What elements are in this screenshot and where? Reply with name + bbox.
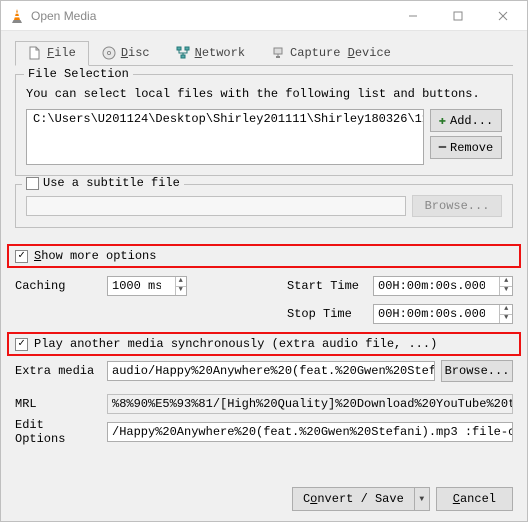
start-time-label: Start Time — [287, 279, 367, 293]
file-list[interactable]: C:\Users\U201124\Desktop\Shirley201111\S… — [26, 109, 424, 165]
cancel-button[interactable]: Cancel — [436, 487, 513, 511]
convert-save-button[interactable]: Convert / Save ▼ — [292, 487, 430, 511]
tab-capture[interactable]: Capture Device — [258, 41, 404, 66]
close-button[interactable] — [480, 2, 525, 30]
extra-media-label: Extra media — [15, 364, 101, 378]
tab-network-label: etwork — [202, 46, 245, 60]
subtitle-path-input — [26, 196, 406, 216]
capture-icon — [271, 46, 285, 60]
play-another-label: Play another media synchronously (extra … — [34, 337, 437, 351]
tab-file[interactable]: File — [15, 41, 89, 66]
mrl-input: %8%90%E5%93%81/[High%20Quality]%20Downlo… — [107, 394, 513, 414]
file-icon — [28, 46, 42, 60]
stop-time-down[interactable]: ▼ — [500, 314, 512, 324]
titlebar: Open Media — [1, 1, 527, 31]
remove-button-label: Remove — [450, 141, 493, 155]
start-time-up[interactable]: ▲ — [500, 277, 512, 286]
subtitle-group: Use a subtitle file Browse... — [15, 184, 513, 228]
start-time-down[interactable]: ▼ — [500, 286, 512, 296]
caching-label: Caching — [15, 279, 101, 293]
caching-input[interactable] — [108, 279, 175, 293]
plus-icon: ✚ — [439, 113, 446, 128]
play-another-checkbox[interactable] — [15, 338, 28, 351]
mrl-label: MRL — [15, 397, 101, 411]
tab-disc[interactable]: Disc — [89, 41, 163, 66]
minus-icon: ━ — [439, 140, 446, 155]
tabs: File Disc Network Capture Device — [15, 41, 513, 66]
caching-up[interactable]: ▲ — [176, 277, 187, 286]
stop-time-input[interactable] — [374, 307, 499, 321]
stop-time-spin[interactable]: ▲▼ — [373, 304, 513, 324]
tab-network[interactable]: Network — [163, 41, 258, 66]
convert-save-dropdown[interactable]: ▼ — [414, 487, 430, 511]
remove-button[interactable]: ━ Remove — [430, 136, 502, 159]
subtitle-browse-button: Browse... — [412, 195, 502, 217]
show-more-options-checkbox[interactable] — [15, 250, 28, 263]
edit-options-input[interactable]: /Happy%20Anywhere%20(feat.%20Gwen%20Stef… — [107, 422, 513, 442]
subtitle-checkbox[interactable] — [26, 177, 39, 190]
vlc-icon — [9, 8, 25, 24]
subtitle-checkbox-label: Use a subtitle file — [43, 176, 180, 190]
file-selection-legend: File Selection — [24, 67, 133, 81]
network-icon — [176, 46, 190, 60]
disc-icon — [102, 46, 116, 60]
tab-file-label: ile — [54, 46, 76, 60]
add-button-label: Add... — [450, 114, 493, 128]
file-selection-group: File Selection You can select local file… — [15, 74, 513, 176]
add-button[interactable]: ✚ Add... — [430, 109, 502, 132]
start-time-spin[interactable]: ▲▼ — [373, 276, 513, 296]
edit-options-label: Edit Options — [15, 418, 101, 446]
show-more-options-label: how more options — [41, 249, 156, 263]
tab-disc-label: isc — [128, 46, 150, 60]
caching-down[interactable]: ▼ — [176, 286, 187, 296]
stop-time-up[interactable]: ▲ — [500, 305, 512, 314]
tab-capture-label: evice — [355, 46, 391, 60]
start-time-input[interactable] — [374, 279, 499, 293]
show-more-options-row: Show more options — [7, 244, 521, 268]
caching-spin[interactable]: ▲▼ — [107, 276, 187, 296]
maximize-button[interactable] — [435, 2, 480, 30]
extra-media-input[interactable]: audio/Happy%20Anywhere%20(feat.%20Gwen%2… — [107, 361, 435, 381]
file-selection-hint: You can select local files with the foll… — [26, 87, 502, 101]
minimize-button[interactable] — [390, 2, 435, 30]
play-another-row: Play another media synchronously (extra … — [7, 332, 521, 356]
window-title: Open Media — [31, 9, 390, 23]
stop-time-label: Stop Time — [287, 307, 367, 321]
extra-media-browse-button[interactable]: Browse... — [441, 360, 513, 382]
